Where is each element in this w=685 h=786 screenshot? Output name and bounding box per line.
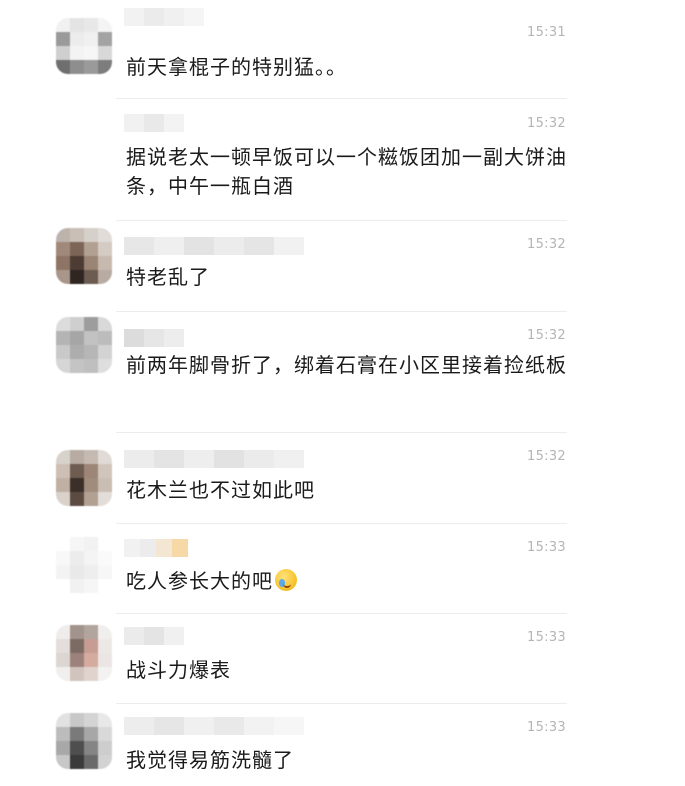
blurred-sender-name — [124, 717, 304, 735]
blurred-sender-name — [124, 329, 184, 347]
message-divider — [116, 613, 567, 614]
message-divider — [116, 220, 567, 221]
blurred-sender-name — [124, 539, 188, 557]
blurred-sender-name — [124, 237, 304, 255]
message-divider — [116, 703, 567, 704]
message-timestamp: 15:32 — [527, 116, 566, 131]
message-divider — [116, 432, 567, 433]
blurred-sender-name — [124, 450, 304, 468]
message-text: 花木兰也不过如此吧 — [126, 478, 315, 502]
message-timestamp: 15:32 — [527, 328, 566, 343]
blurred-avatar-icon[interactable] — [56, 450, 112, 506]
blurred-avatar-icon[interactable] — [56, 537, 112, 593]
blurred-avatar-icon[interactable] — [56, 317, 112, 373]
message-divider — [116, 523, 567, 524]
message-text: 战斗力爆表 — [126, 658, 231, 682]
message-text: 特老乱了 — [126, 265, 210, 289]
message-text-content: 吃人参长大的吧 — [126, 569, 273, 593]
blurred-avatar-icon[interactable] — [56, 228, 112, 284]
message-text: 据说老太一顿早饭可以一个糍饭团加一副大饼油条，中午一瓶白酒 — [126, 145, 567, 198]
message-timestamp: 15:33 — [527, 630, 566, 645]
message-timestamp: 15:33 — [527, 540, 566, 555]
message-divider — [116, 311, 567, 312]
message-timestamp: 15:33 — [527, 720, 566, 735]
message-text: 前天拿棍子的特别猛。。 — [126, 55, 347, 79]
message-text: 前两年脚骨折了，绑着石膏在小区里接着捡纸板 — [126, 353, 567, 377]
message-divider — [116, 98, 567, 99]
blurred-avatar-icon[interactable] — [56, 713, 112, 769]
message-timestamp: 15:32 — [527, 449, 566, 464]
blurred-sender-name — [124, 8, 204, 26]
blurred-avatar-icon[interactable] — [56, 18, 112, 74]
blurred-sender-name — [124, 114, 184, 132]
message-timestamp: 15:32 — [527, 237, 566, 252]
message-timestamp: 15:31 — [527, 25, 566, 40]
blurred-avatar-icon[interactable] — [56, 625, 112, 681]
message-text: 我觉得易筋洗髓了 — [126, 748, 294, 772]
crying-laughing-emoji-icon — [275, 569, 297, 591]
message-text: 吃人参长大的吧 — [126, 567, 576, 596]
chat-message-list: 15:31 前天拿棍子的特别猛。。 15:32 据说老太一顿早饭可以一个糍饭团加… — [0, 0, 685, 786]
blurred-sender-name — [124, 627, 184, 645]
